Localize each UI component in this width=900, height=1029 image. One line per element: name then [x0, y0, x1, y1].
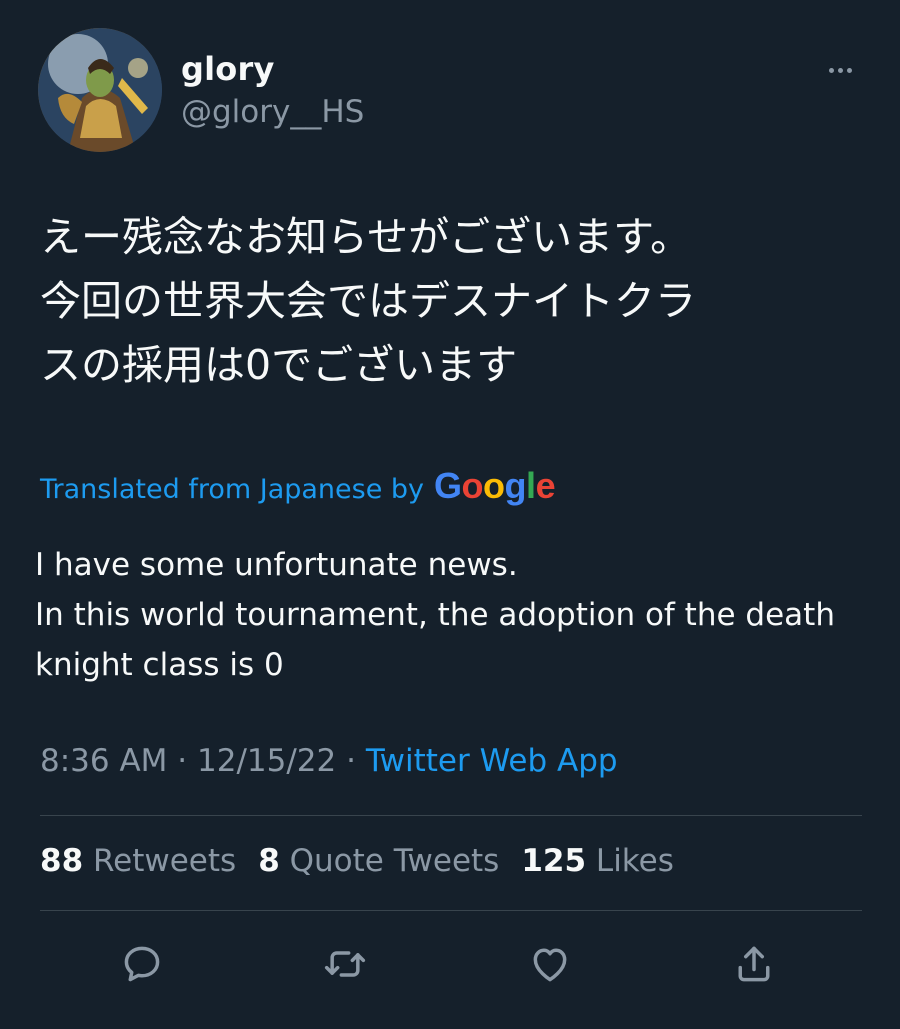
translated-text-line: knight class is 0	[35, 647, 284, 683]
tweet-time[interactable]: 8:36 AM	[40, 743, 167, 779]
google-logo: Google	[434, 465, 556, 506]
tweet-date[interactable]: 12/15/22	[197, 743, 336, 779]
engagement-stats: 88 Retweets 8 Quote Tweets 125 Likes	[40, 843, 674, 879]
tweet-metadata: 8:36 AM · 12/15/22 · Twitter Web App	[40, 743, 618, 779]
translated-text-line: I have some unfortunate news.	[35, 547, 518, 583]
more-dot	[846, 67, 852, 73]
retweet-button[interactable]	[317, 936, 373, 992]
retweets-stat[interactable]: 88 Retweets	[40, 843, 236, 879]
user-handle[interactable]: @glory__HS	[181, 94, 364, 130]
retweets-label: Retweets	[93, 843, 237, 879]
likes-label: Likes	[595, 843, 674, 879]
quote-tweets-label: Quote Tweets	[289, 843, 500, 879]
tweet-detail: glory @glory__HS えー残念なお知らせがございます。 今回の世界大…	[0, 0, 900, 1029]
like-button[interactable]	[522, 936, 578, 992]
display-name[interactable]: glory	[181, 50, 275, 88]
likes-stat[interactable]: 125 Likes	[521, 843, 674, 879]
divider	[40, 910, 862, 911]
tweet-source-link[interactable]: Twitter Web App	[366, 743, 618, 779]
tweet-text-line: えー残念なお知らせがございます。	[40, 213, 692, 261]
share-icon	[738, 946, 770, 982]
tweet-text-line: スの採用は0でございます	[40, 341, 518, 389]
quote-tweets-stat[interactable]: 8 Quote Tweets	[258, 843, 499, 879]
retweets-count: 88	[40, 843, 84, 879]
divider	[40, 815, 862, 816]
quote-tweets-count: 8	[258, 843, 280, 879]
avatar[interactable]	[38, 28, 162, 152]
retweet-icon	[324, 951, 366, 977]
more-dot	[837, 67, 843, 73]
reply-button[interactable]	[114, 936, 170, 992]
avatar-image	[38, 28, 162, 152]
reply-icon	[124, 946, 160, 982]
more-options-icon[interactable]	[818, 56, 862, 84]
tweet-text-original: えー残念なお知らせがございます。 今回の世界大会ではデスナイトクラ スの採用は0…	[40, 205, 870, 397]
translated-text-line: In this world tournament, the adoption o…	[35, 597, 835, 633]
more-dot	[828, 67, 834, 73]
translation-attribution[interactable]: Translated from Japanese by Google	[40, 465, 556, 507]
tweet-action-bar	[0, 936, 900, 992]
tweet-text-line: 今回の世界大会ではデスナイトクラ	[40, 277, 696, 325]
like-icon	[533, 948, 567, 982]
translation-label: Translated from Japanese by	[40, 474, 425, 505]
likes-count: 125	[521, 843, 587, 879]
share-button[interactable]	[726, 936, 782, 992]
meta-separator: ·	[177, 743, 188, 779]
meta-separator: ·	[346, 743, 356, 779]
tweet-text-translated: I have some unfortunate news. In this wo…	[35, 540, 875, 690]
